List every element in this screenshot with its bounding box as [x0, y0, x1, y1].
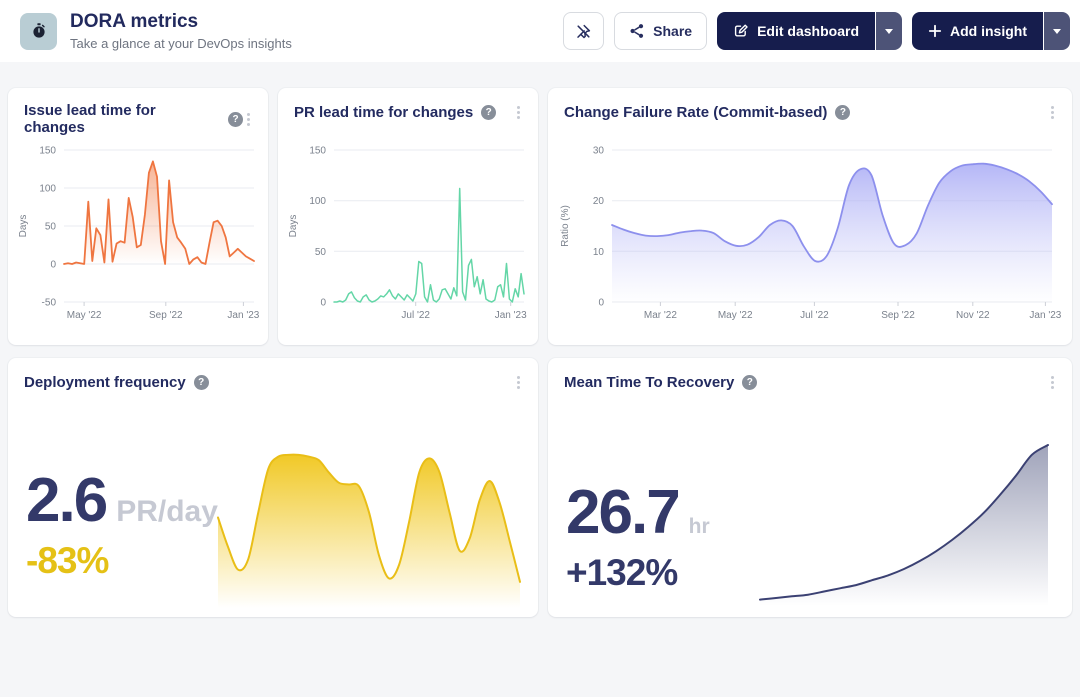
pr-lead-time-card: PR lead time for changes ? 150 100 50 0 Days…: [278, 88, 538, 345]
svg-text:Sep '22: Sep '22: [149, 310, 183, 321]
svg-text:Jan '23: Jan '23: [227, 310, 259, 321]
edit-dashboard-label: Edit dashboard: [757, 23, 859, 39]
svg-text:May '22: May '22: [67, 310, 102, 321]
edit-dashboard-button[interactable]: Edit dashboard: [717, 12, 875, 50]
svg-text:Jul '22: Jul '22: [800, 310, 829, 321]
kpi-value: 26.7: [566, 482, 679, 544]
deployment-frequency-sparkline: [216, 428, 526, 610]
mean-time-to-recovery-sparkline: [758, 433, 1058, 608]
svg-text:0: 0: [50, 260, 56, 271]
change-failure-rate-card: Change Failure Rate (Commit-based) ? 30 2…: [548, 88, 1072, 345]
svg-text:50: 50: [315, 247, 327, 258]
add-insight-button[interactable]: Add insight: [912, 12, 1043, 50]
deployment-frequency-card: Deployment frequency ? 2.6 PR/day -83%: [8, 358, 538, 617]
svg-text:Jul '22: Jul '22: [401, 310, 430, 321]
issue-lead-time-card: Issue lead time for changes ? 150100500-…: [8, 88, 268, 345]
app-logo: [20, 13, 57, 50]
share-icon: [629, 23, 645, 39]
card-title: Deployment frequency: [24, 374, 186, 391]
kebab-menu-button[interactable]: [513, 102, 524, 123]
edit-icon: [733, 23, 749, 39]
svg-text:Days: Days: [288, 215, 299, 238]
header-bar: DORA metrics Take a glance at your DevOp…: [0, 0, 1080, 62]
chevron-down-icon: [1053, 29, 1061, 34]
share-button-label: Share: [653, 23, 692, 39]
share-button[interactable]: Share: [614, 12, 707, 50]
plus-icon: [928, 24, 942, 38]
edit-dashboard-split-button: Edit dashboard: [717, 12, 902, 50]
kebab-menu-button[interactable]: [1047, 102, 1058, 123]
card-title: Change Failure Rate (Commit-based): [564, 104, 827, 121]
kpi-unit: hr: [689, 515, 710, 539]
svg-text:30: 30: [593, 146, 605, 157]
kpi-unit: PR/day: [116, 495, 218, 529]
kebab-menu-button[interactable]: [1047, 372, 1058, 393]
card-title: Mean Time To Recovery: [564, 374, 734, 391]
kebab-menu-button[interactable]: [513, 372, 524, 393]
svg-text:Nov '22: Nov '22: [956, 310, 990, 321]
svg-text:Jan '23: Jan '23: [495, 310, 527, 321]
svg-text:Sep '22: Sep '22: [881, 310, 915, 321]
page-title: DORA metrics: [70, 11, 292, 34]
header-actions: Share Edit dashboard: [563, 12, 1070, 50]
add-insight-split-button: Add insight: [912, 12, 1070, 50]
stopwatch-icon: [30, 22, 48, 40]
mean-time-to-recovery-card: Mean Time To Recovery ? 26.7 hr +132%: [548, 358, 1072, 617]
kpi-delta: -83%: [26, 540, 218, 582]
help-icon[interactable]: ?: [742, 375, 757, 390]
add-insight-caret-button[interactable]: [1044, 12, 1070, 50]
svg-text:0: 0: [320, 298, 326, 309]
pr-lead-time-chart: 150 100 50 0 Days Jul '22 Jan '23: [284, 124, 532, 336]
page-subtitle: Take a glance at your DevOps insights: [70, 36, 292, 51]
change-failure-rate-chart: 30 20 10 0 Ratio (%) Mar '22 May '22 Jul '22 Sep…: [556, 124, 1064, 336]
kpi-block: 2.6 PR/day -83%: [26, 470, 218, 582]
svg-text:0: 0: [598, 298, 604, 309]
svg-text:10: 10: [593, 247, 605, 258]
help-icon[interactable]: ?: [194, 375, 209, 390]
pin-slash-icon: [575, 23, 592, 40]
card-title: PR lead time for changes: [294, 104, 473, 121]
svg-text:Jan '23: Jan '23: [1029, 310, 1061, 321]
svg-text:-50: -50: [42, 298, 57, 309]
help-icon[interactable]: ?: [835, 105, 850, 120]
svg-text:Ratio (%): Ratio (%): [560, 205, 571, 247]
edit-dashboard-caret-button[interactable]: [876, 12, 902, 50]
help-icon[interactable]: ?: [481, 105, 496, 120]
issue-lead-time-chart: 150 100 50 0 -50 Days May '22 Sep '22 Jan '23: [14, 124, 262, 336]
kpi-value: 2.6: [26, 470, 106, 532]
svg-text:20: 20: [593, 196, 605, 207]
unpin-button[interactable]: [563, 12, 604, 50]
svg-text:150: 150: [309, 146, 326, 157]
chevron-down-icon: [885, 29, 893, 34]
svg-text:Mar '22: Mar '22: [644, 310, 677, 321]
kpi-delta: +132%: [566, 552, 710, 594]
svg-text:150: 150: [39, 146, 56, 157]
svg-text:50: 50: [45, 222, 57, 233]
kpi-block: 26.7 hr +132%: [566, 482, 710, 594]
svg-text:Days: Days: [18, 215, 29, 238]
add-insight-label: Add insight: [950, 23, 1027, 39]
svg-text:May '22: May '22: [718, 310, 753, 321]
svg-text:100: 100: [39, 184, 56, 195]
svg-text:100: 100: [309, 196, 326, 207]
